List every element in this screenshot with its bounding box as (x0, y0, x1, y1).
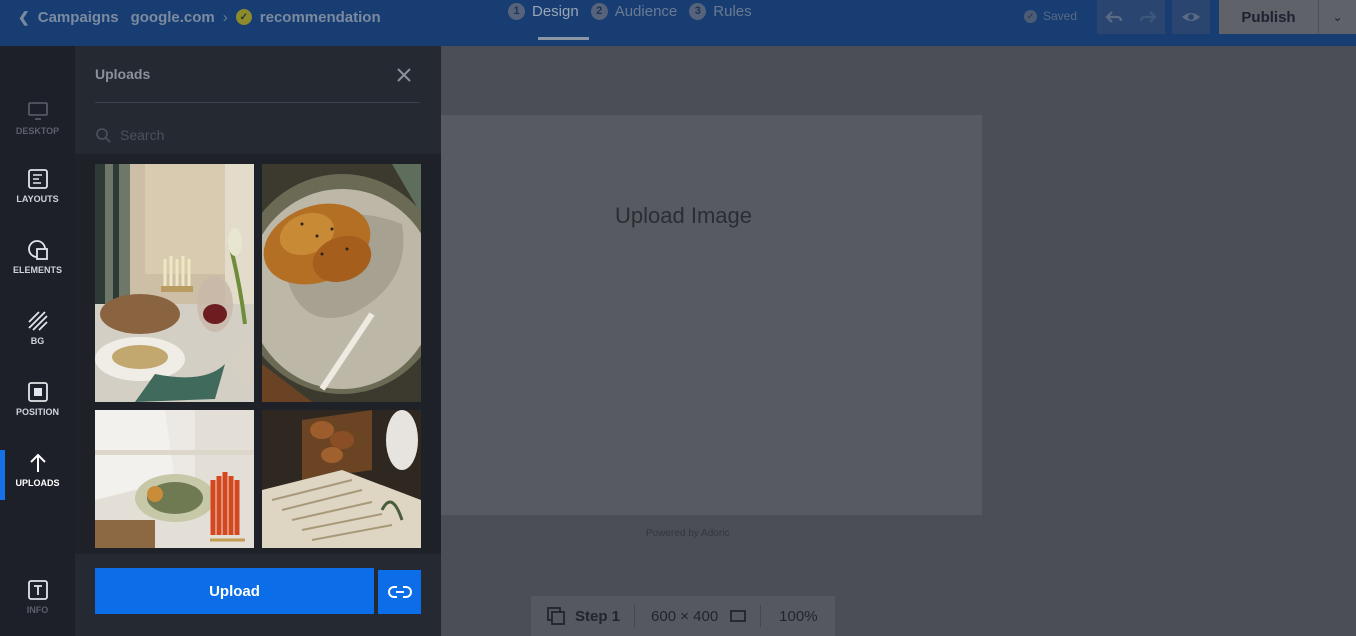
image-grid (75, 154, 441, 554)
rail-item-desktop[interactable]: DESKTOP (0, 100, 75, 162)
publish-label: Publish (1241, 8, 1296, 26)
redo-icon (1139, 11, 1157, 23)
publish-button[interactable]: Publish ⌄ (1219, 0, 1356, 34)
divider (760, 605, 762, 627)
rail-item-info[interactable]: INFO (0, 579, 75, 636)
background-icon (27, 311, 48, 331)
search-bar (95, 124, 420, 146)
rail-item-uploads[interactable]: UPLOADS (0, 452, 75, 514)
redo-button[interactable] (1131, 0, 1165, 34)
chevron-down-icon[interactable]: ⌄ (1319, 10, 1356, 24)
rail-label: INFO (26, 605, 49, 615)
undo-icon (1105, 11, 1123, 23)
upload-from-url-button[interactable] (378, 570, 421, 614)
rail-item-elements[interactable]: ELEMENTS (0, 239, 75, 301)
breadcrumb-domain[interactable]: google.com (131, 9, 215, 26)
challah-bread-image[interactable] (262, 164, 421, 402)
upload-arrow-icon (29, 453, 46, 472)
undo-button[interactable] (1097, 0, 1131, 34)
search-icon (96, 128, 111, 143)
canvas-size-icon[interactable] (730, 610, 747, 622)
holiday-dinner-table-image[interactable] (95, 164, 254, 402)
zoom-level[interactable]: 100% (779, 608, 817, 625)
check-circle-icon: ✓ (1024, 9, 1037, 23)
canvas-image-placeholder[interactable]: Upload Image (441, 115, 982, 515)
chevron-left-icon[interactable]: ❮ (18, 9, 30, 26)
breadcrumb: ❮ Campaigns google.com › ✓ recommendatio… (18, 0, 381, 34)
link-icon (387, 586, 412, 598)
menorah-meal-image[interactable] (95, 410, 254, 548)
uploads-panel: Uploads Search Upload (75, 46, 441, 636)
tab-label: Design (532, 2, 579, 20)
top-bar: ❮ Campaigns google.com › ✓ recommendatio… (0, 0, 1356, 46)
step-number: 3 (689, 2, 707, 20)
rail-item-position[interactable]: POSITION (0, 381, 75, 443)
step-number: 2 (590, 2, 608, 20)
canvas-bottom-bar: Step 1 600 × 400 100% (531, 596, 835, 636)
tab-audience[interactable]: 2 Audience (590, 0, 678, 40)
pages-icon[interactable] (546, 606, 566, 626)
status-check-icon: ✓ (235, 9, 252, 25)
tab-label: Audience (614, 2, 678, 20)
rail-label: LAYOUTS (16, 194, 59, 204)
panel-title: Uploads (95, 66, 151, 82)
upload-button[interactable]: Upload (95, 568, 374, 614)
step-tabs: 1 Design 2 Audience 3 Rules (508, 0, 764, 40)
rail-label: POSITION (15, 407, 59, 417)
tab-rules[interactable]: 3 Rules (689, 0, 752, 40)
divider (634, 605, 636, 627)
canvas-size-label[interactable]: 600 × 400 (651, 608, 718, 625)
rail-label: DESKTOP (15, 126, 60, 136)
tool-rail: DESKTOP LAYOUTS ELEMENTS BG POSITION UPL… (0, 46, 75, 636)
powered-by-label: Powered by Adoric (646, 528, 730, 539)
chevron-right-icon: › (222, 8, 228, 26)
close-icon[interactable] (395, 66, 413, 84)
tab-design[interactable]: 1 Design (508, 0, 589, 40)
position-icon (27, 382, 48, 402)
upload-image-placeholder-text: Upload Image (615, 203, 752, 228)
preview-button[interactable] (1172, 0, 1210, 34)
rail-label: ELEMENTS (12, 265, 62, 275)
rail-item-bg[interactable]: BG (0, 310, 75, 372)
tab-label: Rules (713, 2, 752, 20)
breadcrumb-campaigns[interactable]: Campaigns (38, 9, 119, 26)
saved-label: Saved (1043, 9, 1078, 23)
step-number: 1 (508, 2, 525, 20)
rail-label: BG (30, 336, 45, 346)
breadcrumb-campaign-name[interactable]: recommendation (260, 9, 381, 26)
info-icon (27, 580, 48, 600)
eye-icon (1182, 13, 1200, 21)
matzah-and-potatoes-image[interactable] (262, 410, 421, 548)
divider (95, 102, 420, 103)
step-selector[interactable]: Step 1 (575, 608, 620, 625)
monitor-icon (27, 102, 48, 120)
rail-item-layouts[interactable]: LAYOUTS (0, 168, 75, 230)
layouts-icon (27, 169, 48, 189)
elements-icon (27, 240, 48, 260)
search-input[interactable] (120, 127, 400, 143)
saved-status: ✓ Saved (1024, 9, 1077, 23)
rail-label: UPLOADS (15, 478, 60, 488)
